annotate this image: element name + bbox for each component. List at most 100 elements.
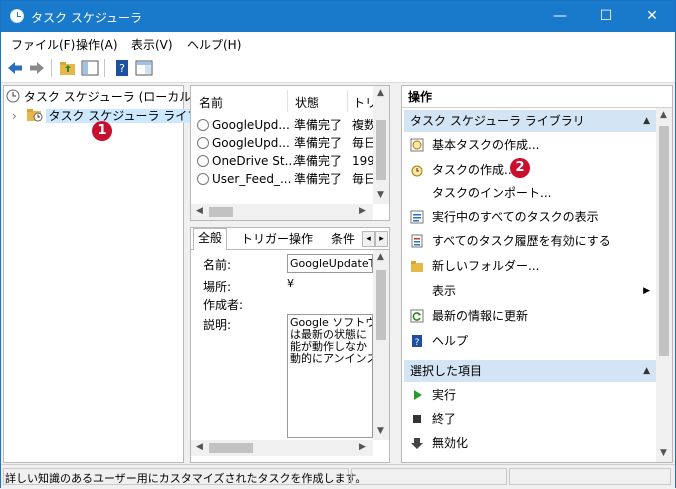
run-icon	[410, 388, 424, 402]
close-button[interactable]: ✕	[629, 1, 675, 32]
menu-bar: ファイル(F) 操作(A) 表示(V) ヘルプ(H)	[1, 32, 675, 54]
task-row[interactable]: GoogleUpd... 準備完了 複数	[197, 116, 381, 134]
title-bar: タスク スケジューラ — ☐ ✕	[1, 1, 675, 32]
details-horizontal-scrollbar[interactable]: ◀ ▶	[191, 440, 373, 456]
collapse-icon[interactable]: ▲	[643, 110, 650, 132]
task-clock-icon	[197, 173, 209, 185]
action-view[interactable]: 表示 ▶	[410, 280, 650, 302]
status-cell	[509, 468, 671, 485]
scroll-up-icon[interactable]: ▲	[660, 110, 667, 120]
scroll-thumb[interactable]	[209, 207, 233, 217]
action-import-task[interactable]: タスクのインポート...	[410, 182, 551, 204]
tab-actions[interactable]: 操作	[285, 230, 317, 249]
collapse-icon[interactable]: ▲	[643, 360, 650, 382]
refresh-icon	[410, 309, 424, 323]
action-label: ヘルプ	[432, 334, 469, 348]
action-new-folder[interactable]: 新しいフォルダー...	[410, 255, 539, 277]
location-value: ¥	[287, 277, 294, 290]
task-row[interactable]: User_Feed_... 準備完了 毎日	[197, 170, 381, 188]
actions-pane: 操作 タスク スケジューラ ライブラリ ▲ 基本タスクの作成... タスクの作成…	[401, 85, 673, 463]
action-enable-history[interactable]: すべてのタスク履歴を有効にする	[410, 230, 611, 252]
callout-badge-2: 2	[510, 158, 530, 178]
action-label: すべてのタスク履歴を有効にする	[432, 234, 611, 248]
action-disable[interactable]: 無効化	[410, 432, 468, 454]
maximize-button[interactable]: ☐	[583, 1, 629, 32]
action-create-basic-task[interactable]: 基本タスクの作成...	[410, 134, 539, 156]
scroll-up-icon[interactable]: ▲	[377, 88, 384, 98]
scroll-left-icon[interactable]: ◀	[196, 206, 203, 216]
callout-badge-1: 1	[92, 121, 112, 141]
menu-file[interactable]: ファイル(F)	[11, 36, 75, 53]
scroll-right-icon[interactable]: ▶	[359, 206, 366, 216]
details-vertical-scrollbar[interactable]: ▲ ▼	[373, 250, 389, 440]
action-show-running-tasks[interactable]: 実行中のすべてのタスクの表示	[410, 206, 599, 228]
menu-action[interactable]: 操作(A)	[76, 36, 118, 53]
action-label: 新しいフォルダー...	[432, 259, 540, 273]
forward-arrow-icon[interactable]	[28, 59, 46, 77]
scroll-thumb[interactable]	[209, 443, 253, 453]
action-label: 実行	[432, 388, 457, 402]
action-pane-icon[interactable]	[135, 59, 153, 77]
scroll-up-icon[interactable]: ▲	[377, 252, 384, 262]
task-row[interactable]: OneDrive St...準備完了 1992	[197, 152, 381, 170]
scroll-down-icon[interactable]: ▼	[377, 190, 384, 200]
scroll-thumb[interactable]	[376, 270, 386, 340]
scroll-thumb[interactable]	[376, 120, 386, 180]
back-arrow-icon[interactable]	[6, 59, 24, 77]
scroll-down-icon[interactable]: ▼	[377, 426, 384, 436]
menu-help[interactable]: ヘルプ(H)	[187, 36, 241, 53]
column-header-status[interactable]: 状態	[295, 94, 319, 111]
chevron-right-icon[interactable]: ›	[12, 109, 17, 123]
help-icon: ?	[410, 334, 424, 348]
scroll-down-icon[interactable]: ▼	[660, 448, 667, 458]
task-scheduler-window: タスク スケジューラ — ☐ ✕ ファイル(F) 操作(A) 表示(V) ヘルプ…	[0, 0, 676, 489]
column-header-name[interactable]: 名前	[199, 94, 223, 111]
toolbar-separator	[104, 59, 105, 77]
toolbar: ?	[1, 54, 675, 83]
description-label: 説明:	[203, 318, 232, 332]
action-create-task[interactable]: タスクの作成...	[410, 159, 515, 181]
action-refresh[interactable]: 最新の情報に更新	[410, 305, 528, 327]
section-title: 選択した項目	[410, 364, 483, 378]
tree-root-node[interactable]: タスク スケジューラ (ローカル)	[6, 88, 196, 106]
up-folder-icon[interactable]	[59, 59, 77, 77]
action-run[interactable]: 実行	[410, 384, 456, 406]
svg-text:?: ?	[119, 62, 125, 75]
history-icon	[410, 234, 424, 248]
tab-scroll-left-icon[interactable]: ◂	[362, 231, 375, 247]
create-task-icon	[410, 163, 424, 177]
section-selected-item[interactable]: 選択した項目 ▲	[404, 360, 656, 382]
tab-general[interactable]: 全般	[193, 228, 228, 250]
name-label: 名前:	[203, 258, 232, 272]
svg-text:?: ?	[415, 338, 420, 348]
action-label: タスクのインポート...	[432, 186, 552, 200]
description-line: 動的にアンインス	[290, 352, 373, 365]
show-hide-tree-icon[interactable]	[81, 59, 99, 77]
location-label: 場所:	[203, 280, 232, 294]
actions-vertical-scrollbar[interactable]: ▲ ▼	[656, 108, 672, 462]
stop-icon	[410, 412, 424, 426]
task-list-horizontal-scrollbar[interactable]: ◀ ▶	[191, 204, 373, 220]
task-clock-icon	[197, 155, 209, 167]
minimize-button[interactable]: —	[537, 1, 583, 32]
menu-view[interactable]: 表示(V)	[131, 36, 173, 53]
tab-conditions[interactable]: 条件	[327, 230, 359, 249]
description-field[interactable]: Google ソフトウェ は最新の状態に 能が動作しなか 動的にアンインス	[287, 314, 373, 438]
help-book-icon[interactable]: ?	[113, 59, 131, 77]
section-task-library[interactable]: タスク スケジューラ ライブラリ ▲	[404, 110, 656, 132]
action-label: 実行中のすべてのタスクの表示	[432, 210, 599, 224]
tab-scroll-right-icon[interactable]: ▸	[375, 231, 388, 247]
task-clock-icon	[197, 137, 209, 149]
task-status: 準備完了	[294, 118, 343, 132]
task-name: GoogleUpd...	[212, 136, 290, 150]
task-row[interactable]: GoogleUpd... 準備完了 毎日	[197, 134, 381, 152]
task-name-field[interactable]: GoogleUpdateTa	[287, 254, 373, 273]
task-details-pane: 全般 トリガー 操作 条件 ◂ ▸ 名前: GoogleUpdateTa 場所:…	[190, 227, 390, 463]
action-end[interactable]: 終了	[410, 408, 456, 430]
scroll-thumb[interactable]	[659, 126, 669, 356]
scroll-right-icon[interactable]: ▶	[359, 442, 366, 452]
running-tasks-icon	[410, 210, 424, 224]
task-list-vertical-scrollbar[interactable]: ▲ ▼	[373, 86, 389, 204]
scroll-left-icon[interactable]: ◀	[196, 442, 203, 452]
action-help[interactable]: ? ヘルプ	[410, 330, 468, 352]
